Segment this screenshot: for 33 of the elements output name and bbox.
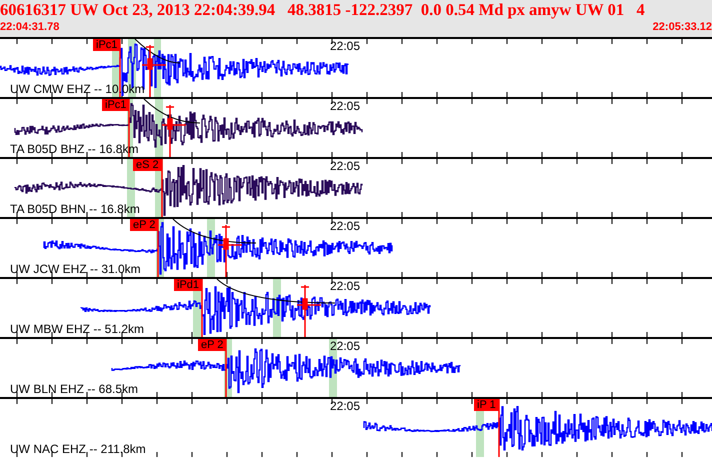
- pick-line: [161, 159, 163, 217]
- cross-marker: [218, 225, 242, 277]
- event-title: 60616317 UW Oct 23, 2013 22:04:39.94 48.3815 -122.2397 0.0 0.54 Md px amyw UW 01 4: [0, 0, 646, 20]
- pick-line: [498, 399, 500, 457]
- cross-marker: [162, 105, 186, 157]
- cross-marker: [142, 45, 166, 97]
- pick-label[interactable]: eP 2: [198, 339, 226, 351]
- pick-line: [225, 339, 227, 397]
- station-label: UW NAC EHZ -- 211.8km: [10, 443, 146, 456]
- time-label: 22:05: [330, 40, 360, 53]
- pick-label[interactable]: eP 2: [130, 219, 158, 231]
- pick-label[interactable]: iPc1: [93, 39, 120, 51]
- time-label: 22:05: [330, 340, 360, 353]
- pick-label[interactable]: iPd1: [174, 279, 202, 291]
- pick-label[interactable]: eS 2: [133, 159, 162, 171]
- pick-line: [128, 99, 130, 157]
- time-label: 22:05: [330, 220, 360, 233]
- station-label: UW MBW EHZ -- 51.2km: [10, 323, 144, 336]
- station-label: TA B05D BHN -- 16.8km: [10, 203, 140, 216]
- time-label: 22:05: [330, 160, 360, 173]
- time-label: 22:05: [330, 280, 360, 293]
- start-time: 22:04:31.78: [0, 20, 60, 34]
- pick-line: [119, 39, 121, 97]
- cross-marker: [297, 285, 321, 337]
- pick-label[interactable]: iPc1: [102, 99, 130, 111]
- time-label: 22:05: [330, 400, 360, 413]
- pick-label[interactable]: iP 1: [474, 399, 499, 411]
- station-label: UW BLN EHZ -- 68.5km: [10, 383, 138, 396]
- time-label: 22:05: [330, 100, 360, 113]
- pick-line: [157, 219, 159, 277]
- station-label: UW JCW EHZ -- 31.0km: [10, 263, 141, 276]
- pick-line: [201, 279, 203, 337]
- end-time: 22:05:33.12: [652, 20, 712, 34]
